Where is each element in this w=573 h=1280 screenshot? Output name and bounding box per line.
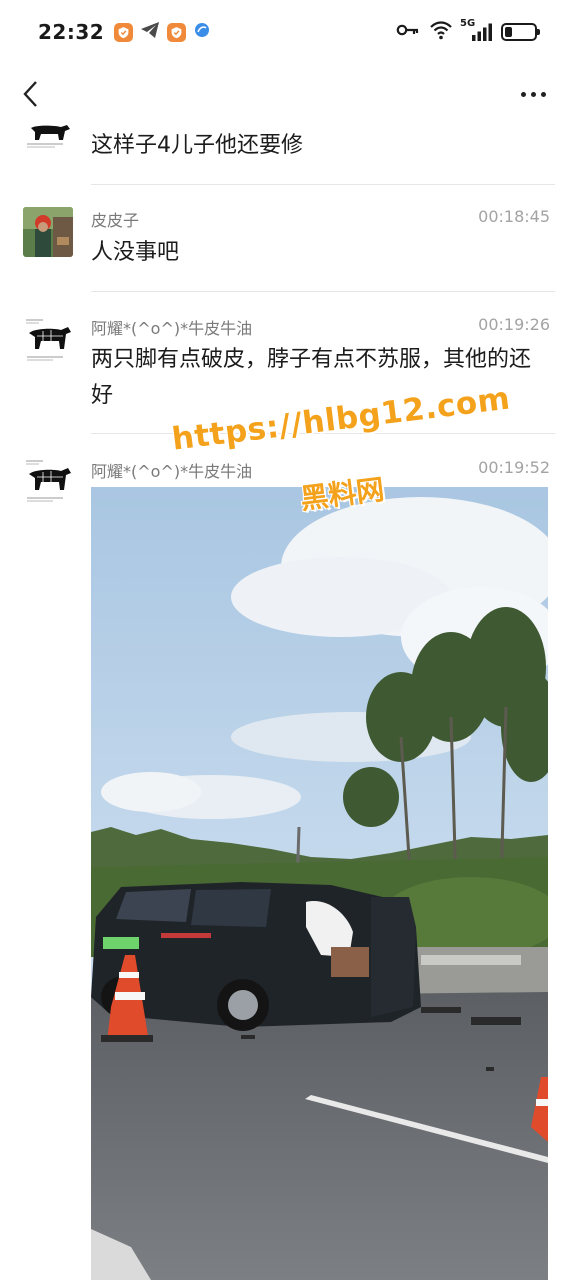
comment-text: 两只脚有点破皮，脖子有点不苏服，其他的还好 xyxy=(91,347,532,408)
comment-time: 00:19:52 xyxy=(478,458,550,477)
comment-author[interactable]: 阿耀*(^o^)*牛皮牛油 xyxy=(91,315,252,339)
status-time: 22:32 xyxy=(38,20,105,44)
top-nav-bar xyxy=(0,64,573,124)
comment-time: 00:18:45 xyxy=(478,207,550,226)
send-icon xyxy=(140,21,160,43)
signal-icon: 5G xyxy=(460,18,492,42)
more-icon xyxy=(520,91,526,97)
more-button[interactable] xyxy=(515,78,551,110)
back-icon xyxy=(23,81,37,107)
avatar[interactable] xyxy=(23,122,73,150)
comment-author[interactable]: 皮皮子 xyxy=(91,207,139,231)
comment-text: 人没事吧 xyxy=(91,240,180,265)
system-icons: 5G xyxy=(396,18,540,44)
avatar[interactable] xyxy=(23,456,73,506)
notification-icons xyxy=(114,21,211,43)
status-bar: 22:32 5G xyxy=(0,0,573,64)
avatar[interactable] xyxy=(23,315,73,365)
accident-photo[interactable] xyxy=(91,487,548,1280)
battery-level xyxy=(505,27,512,37)
comment-author[interactable]: 阿耀*(^o^)*牛皮牛油 xyxy=(91,458,252,482)
battery-icon xyxy=(501,23,540,41)
back-button[interactable] xyxy=(14,78,46,110)
bubble-app-icon xyxy=(193,21,211,43)
shield-app-icon xyxy=(167,22,187,42)
divider xyxy=(91,184,555,185)
key-icon xyxy=(396,22,420,42)
wifi-icon xyxy=(429,20,453,44)
comment-time: 00:19:26 xyxy=(478,315,550,334)
divider xyxy=(91,291,555,292)
comment-text: 这样子4儿子他还要修 xyxy=(91,133,303,158)
shield-app-icon xyxy=(114,22,134,42)
avatar[interactable] xyxy=(23,207,73,257)
photo-image xyxy=(91,487,548,1280)
divider xyxy=(91,433,555,434)
